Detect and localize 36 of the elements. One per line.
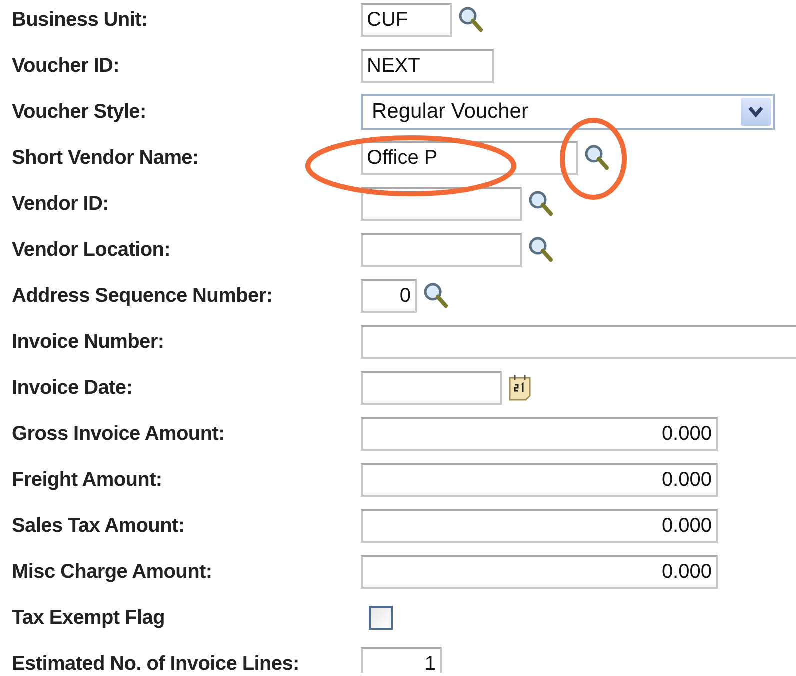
- search-icon[interactable]: [458, 6, 484, 34]
- search-icon[interactable]: [584, 144, 610, 172]
- search-icon[interactable]: [528, 190, 554, 218]
- search-icon[interactable]: [528, 236, 554, 264]
- field-label: Tax Exempt Flag: [11, 606, 166, 630]
- field-label: Invoice Number:: [11, 330, 166, 354]
- input-field[interactable]: 1: [361, 647, 442, 673]
- voucher-style-dropdown[interactable]: Regular Voucher: [361, 94, 775, 130]
- input-field[interactable]: 0.000: [361, 463, 718, 497]
- input-field[interactable]: 0.000: [361, 417, 718, 451]
- checkbox[interactable]: [369, 606, 393, 630]
- field-label: Vendor Location:: [11, 238, 172, 262]
- chevron-down-icon: [748, 106, 764, 118]
- input-field[interactable]: NEXT: [361, 49, 494, 83]
- field-label: Voucher Style:: [11, 100, 148, 124]
- field-label: Short Vendor Name:: [11, 146, 200, 170]
- field-label: Sales Tax Amount:: [11, 514, 186, 538]
- field-label: Gross Invoice Amount:: [11, 422, 226, 446]
- input-field[interactable]: 0.000: [361, 509, 718, 543]
- input-field[interactable]: Office P: [361, 141, 578, 175]
- search-icon[interactable]: [423, 282, 449, 310]
- input-field[interactable]: CUF: [361, 3, 452, 37]
- field-label: Address Sequence Number:: [11, 284, 274, 308]
- input-field[interactable]: [361, 233, 522, 267]
- field-label: Invoice Date:: [11, 376, 134, 400]
- input-field[interactable]: [361, 325, 796, 359]
- field-label: Voucher ID:: [11, 54, 120, 78]
- field-label: Freight Amount:: [11, 468, 164, 492]
- field-label: Misc Charge Amount:: [11, 560, 214, 584]
- input-field[interactable]: [361, 371, 502, 405]
- field-label: Estimated No. of Invoice Lines:: [11, 652, 300, 673]
- field-label: Vendor ID:: [11, 192, 110, 216]
- field-label: Business Unit:: [11, 8, 149, 32]
- calendar-icon[interactable]: [508, 374, 532, 402]
- input-field[interactable]: 0: [361, 279, 417, 313]
- input-field[interactable]: 0.000: [361, 555, 718, 589]
